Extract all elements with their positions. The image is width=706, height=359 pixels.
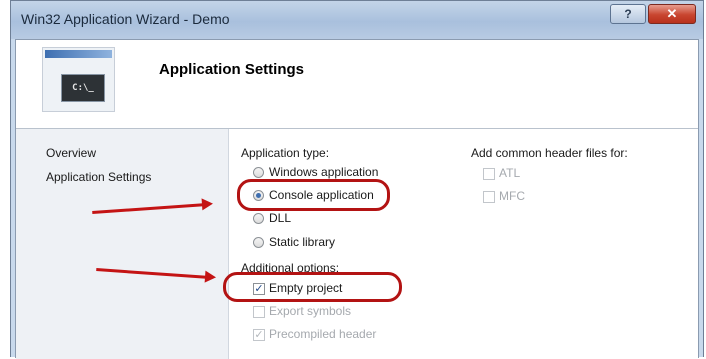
help-button[interactable]: ?	[610, 4, 646, 24]
mfc-label: MFC	[499, 189, 525, 203]
checkbox-mfc	[483, 191, 495, 203]
radio-static-library[interactable]	[253, 237, 264, 248]
checkbox-export-symbols	[253, 306, 265, 318]
arrow-head-icon	[201, 197, 214, 211]
precompiled-header-label: Precompiled header	[269, 327, 377, 341]
console-window-icon: C:\_	[61, 74, 105, 102]
windows-application-label[interactable]: Windows application	[269, 165, 378, 179]
radio-windows-application[interactable]	[253, 167, 264, 178]
static-library-label[interactable]: Static library	[269, 235, 335, 249]
banner: C:\_ Application Settings	[16, 40, 698, 129]
close-button[interactable]: ✕	[648, 4, 696, 24]
common-headers-label: Add common header files for:	[471, 146, 628, 160]
page-title: Application Settings	[159, 61, 305, 78]
checkbox-precompiled-header: ✓	[253, 329, 265, 341]
checkbox-atl	[483, 168, 495, 180]
empty-project-highlight	[223, 272, 402, 302]
export-symbols-label: Export symbols	[269, 304, 352, 318]
wizard-nav: Overview Application Settings	[16, 129, 229, 359]
console-application-highlight	[237, 179, 390, 211]
nav-item-application-settings[interactable]: Application Settings	[46, 170, 151, 184]
nav-item-overview[interactable]: Overview	[46, 146, 96, 160]
console-app-illustration: C:\_	[42, 47, 115, 112]
illustration-titlebar	[45, 50, 112, 58]
title-bar[interactable]: Win32 Application Wizard - Demo ? ✕	[11, 1, 703, 39]
window-title: Win32 Application Wizard - Demo	[21, 11, 230, 27]
radio-dll[interactable]	[253, 213, 264, 224]
arrow-head-icon	[204, 270, 217, 284]
atl-label: ATL	[499, 166, 521, 180]
application-type-label: Application type:	[241, 146, 330, 160]
dll-label[interactable]: DLL	[269, 211, 291, 225]
